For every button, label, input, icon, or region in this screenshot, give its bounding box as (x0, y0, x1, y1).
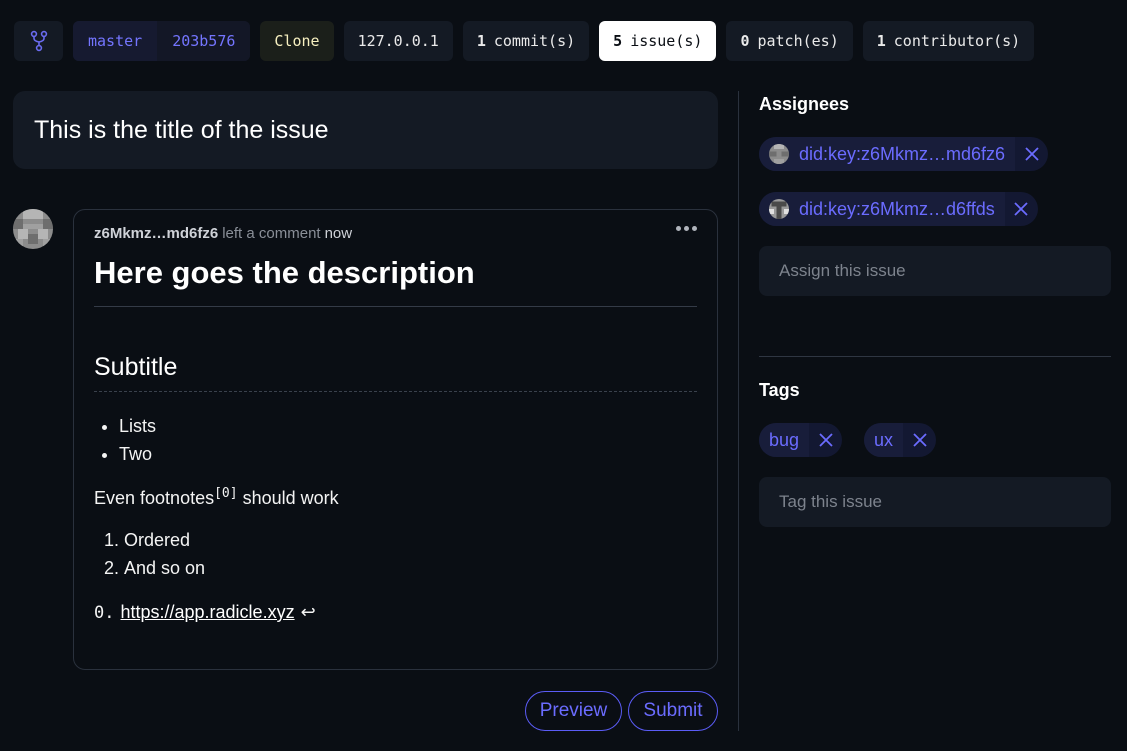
commits-count: 1 (476, 32, 486, 50)
tags-heading: Tags (759, 380, 800, 400)
preview-button[interactable]: Preview (525, 691, 622, 731)
clone-button[interactable]: Clone (260, 21, 334, 61)
markdown-heading-2: Subtitle (94, 353, 697, 392)
paragraph-text-end: should work (237, 488, 339, 508)
tab-patches[interactable]: 0 patch(es) (726, 21, 853, 61)
markdown-ordered-list: Ordered And so on (94, 526, 697, 582)
repo-header: master 203b576 Clone 127.0.0.1 1 commit(… (14, 21, 1035, 61)
tab-contributors[interactable]: 1 contributor(s) (862, 21, 1035, 61)
issue-description-comment: z6Mkmz…md6fz6 left a comment now Here go… (73, 209, 718, 670)
contributors-count: 1 (876, 32, 886, 50)
issue-title: This is the title of the issue (34, 115, 329, 144)
assignee-did[interactable]: did:key:z6Mkmz…md6fz6 (799, 144, 1005, 165)
more-options-icon[interactable] (676, 226, 697, 231)
sidebar-divider (759, 356, 1111, 357)
assignee-did[interactable]: did:key:z6Mkmz…d6ffds (799, 199, 995, 220)
seed-host[interactable]: 127.0.0.1 (343, 21, 453, 61)
issues-count: 5 (613, 32, 623, 50)
remove-tag-close-icon[interactable] (903, 423, 936, 457)
list-item: And so on (124, 554, 697, 582)
submit-button[interactable]: Submit (628, 691, 718, 731)
issues-label: issue(s) (630, 32, 703, 50)
footnote-reference[interactable]: [0] (214, 486, 237, 501)
commit-hash[interactable]: 203b576 (157, 21, 251, 61)
tag-issue-input[interactable]: Tag this issue (759, 477, 1111, 527)
patches-count: 0 (740, 32, 750, 50)
tab-issues[interactable]: 5 issue(s) (599, 21, 717, 61)
list-item: Two (119, 440, 697, 468)
tag-chip: ux (864, 423, 937, 457)
branch-selector[interactable]: master 203b576 (73, 21, 251, 61)
remove-assignee-close-icon[interactable] (1015, 137, 1048, 171)
contributors-label: contributor(s) (893, 32, 1021, 50)
avatar (13, 209, 53, 249)
assignees-heading: Assignees (759, 94, 850, 114)
branch-name[interactable]: master (73, 21, 158, 61)
tab-commits[interactable]: 1 commit(s) (462, 21, 590, 61)
markdown-heading-1: Here goes the description (94, 255, 697, 307)
tag-label[interactable]: bug (759, 423, 810, 457)
avatar (769, 144, 789, 164)
footnote-link[interactable]: https://app.radicle.xyz (120, 602, 294, 623)
comment-action: left a comment (222, 224, 321, 242)
markdown-paragraph: Even footnotes[0] should work (94, 482, 697, 510)
list-item: Ordered (124, 526, 697, 554)
tag-chip: bug (759, 423, 843, 457)
comment-time: now (324, 224, 353, 242)
remove-tag-close-icon[interactable] (809, 423, 842, 457)
comment-author[interactable]: z6Mkmz…md6fz6 (94, 225, 218, 242)
assign-issue-input[interactable]: Assign this issue (759, 246, 1111, 296)
fork-button[interactable] (14, 21, 63, 61)
remove-assignee-close-icon[interactable] (1005, 192, 1038, 226)
patches-label: patch(es) (757, 32, 839, 50)
footnote: 0. https://app.radicle.xyz ↩ (94, 602, 697, 623)
column-divider (738, 91, 739, 731)
tag-label[interactable]: ux (864, 423, 904, 457)
footnote-backref-icon[interactable]: ↩ (301, 602, 316, 623)
assignee-chip: did:key:z6Mkmz…md6fz6 (759, 137, 1049, 171)
avatar (769, 199, 789, 219)
list-item: Lists (119, 412, 697, 440)
commits-label: commit(s) (493, 32, 576, 50)
paragraph-text: Even footnotes (94, 488, 215, 508)
fork-icon (30, 30, 47, 52)
markdown-bullet-list: Lists Two (94, 412, 697, 468)
footnote-number: 0. (94, 602, 115, 623)
comment-meta: z6Mkmz…md6fz6 left a comment now (94, 224, 697, 242)
issue-title-input[interactable]: This is the title of the issue (13, 91, 718, 169)
assignee-chip: did:key:z6Mkmz…d6ffds (759, 192, 1038, 226)
